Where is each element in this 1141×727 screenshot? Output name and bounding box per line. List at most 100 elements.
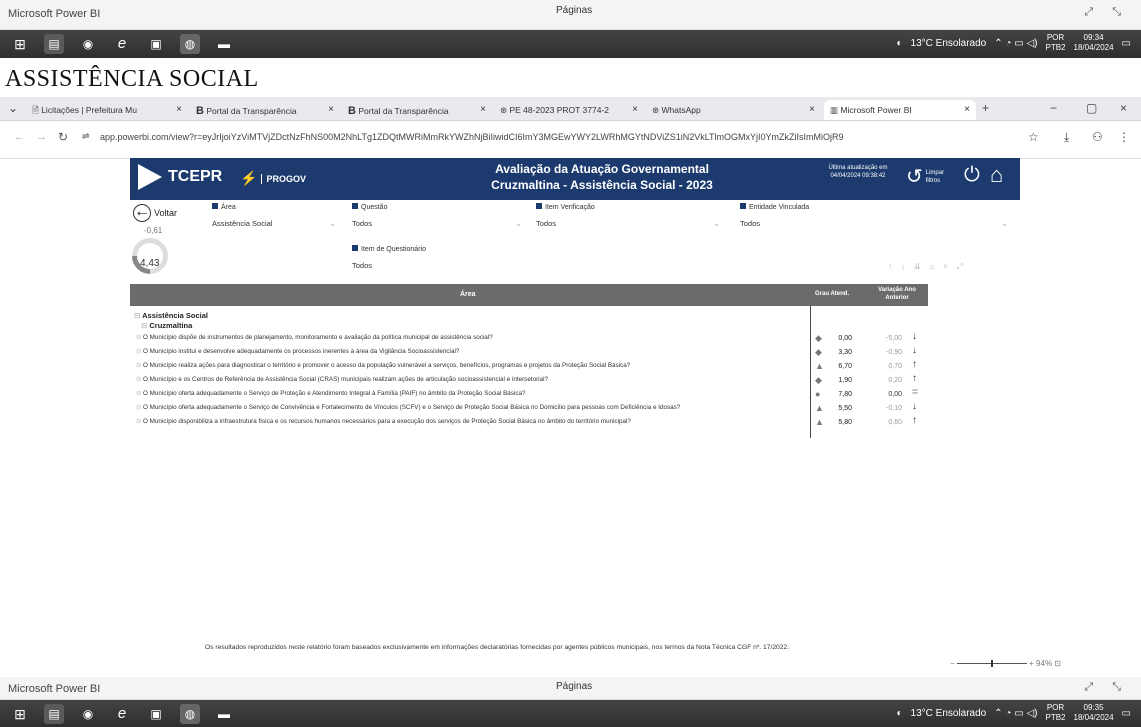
site-info-icon[interactable]: ⇌ [82, 131, 90, 142]
minimize-icon[interactable]: − [1050, 101, 1057, 115]
window-controls[interactable]: ⤢ ⤡ [1084, 6, 1129, 19]
filter-area[interactable]: Área Assistência Social ⌄ [212, 203, 336, 228]
subgroup-row[interactable]: ⊟ Cruzmaltina [141, 321, 192, 330]
edge-icon[interactable]: e [112, 704, 132, 724]
tray-icons[interactable]: ⌃ ◔ ▭ ◁) [994, 708, 1037, 719]
group-label: Assistência Social [142, 311, 208, 320]
close-icon[interactable]: × [964, 104, 970, 115]
star-icon[interactable]: ☆ [1028, 130, 1039, 144]
table-row[interactable]: ⊞ O Município oferta adequadamente o Ser… [136, 390, 526, 397]
app-icon[interactable]: ◍ [180, 704, 200, 724]
close-icon[interactable]: × [632, 104, 638, 115]
profile-icon[interactable]: ⚇ [1092, 130, 1103, 144]
home-icon[interactable]: ⌂ [990, 162, 1003, 188]
tab-transparencia-2[interactable]: B Portal da Transparência × [342, 100, 492, 120]
close-icon[interactable]: × [480, 104, 486, 115]
app-icon[interactable]: ◍ [180, 34, 200, 54]
close-window-icon[interactable]: × [1120, 101, 1127, 115]
media-icon[interactable]: ▣ [146, 34, 166, 54]
lang-label[interactable]: POR [1045, 33, 1065, 43]
close-icon[interactable]: × [809, 104, 815, 115]
filter-item-verificacao[interactable]: Item Verificação Todos ⌄ [536, 203, 720, 228]
filter-questionario[interactable]: Item de Questionário Todos [352, 245, 426, 270]
media-icon[interactable]: ▣ [146, 704, 166, 724]
reload-icon[interactable]: ↻ [58, 130, 68, 144]
fit-page-icon[interactable]: ⊡ [1054, 659, 1061, 668]
chevron-down-icon: ⌄ [329, 219, 336, 228]
folder-icon[interactable]: ▬ [214, 34, 234, 54]
tab-powerbi[interactable]: ▥ Microsoft Power BI × [824, 100, 976, 120]
triangle-icon: ▲ [815, 403, 824, 413]
visual-toolbar-icons[interactable]: ↑↓⇊⌂▿⤢ [888, 262, 972, 272]
url-field[interactable]: app.powerbi.com/view?r=eyJrIjoiYzViMTVjZ… [100, 132, 980, 142]
column-variacao[interactable]: Variação Ano Anterior [870, 286, 924, 302]
download-icon[interactable]: ⤓ [1064, 130, 1069, 145]
close-icon[interactable]: × [328, 104, 334, 115]
tab-whatsapp[interactable]: ⊛ WhatsApp × [646, 100, 821, 120]
file-explorer-icon[interactable]: ▤ [44, 34, 64, 54]
chevron-down-icon: ⌄ [515, 219, 522, 228]
weather-text[interactable]: 13°C Ensolarado [911, 708, 987, 719]
notification-icon[interactable]: ▭ [1122, 708, 1131, 719]
close-icon[interactable]: × [176, 104, 182, 115]
zoom-slider[interactable] [956, 660, 1027, 668]
table-row[interactable]: ⊞ O Município dispõe de instrumentos de … [136, 334, 493, 341]
tab-licitacoes[interactable]: 🗎 Licitações | Prefeitura Mu × [26, 100, 188, 120]
clock-time[interactable]: 09:34 [1074, 33, 1114, 43]
expand-icon: ⊞ [136, 390, 142, 397]
edge-icon[interactable]: e [112, 34, 132, 54]
progov-logo-icon: ⚡ [240, 170, 258, 186]
table-row[interactable]: ⊞ O Município realiza ações para diagnos… [136, 362, 630, 369]
expand-icon: ⊞ [136, 418, 142, 425]
grau-value: 0,00 [838, 335, 852, 342]
tab-transparencia-1[interactable]: B Portal da Transparência × [190, 100, 340, 120]
diamond-icon: ◆ [815, 347, 822, 357]
notification-icon[interactable]: ▭ [1122, 38, 1131, 49]
file-explorer-icon[interactable]: ▤ [44, 704, 64, 724]
new-tab-icon[interactable]: + [982, 101, 989, 115]
update-label: Última atualização em [828, 165, 888, 171]
variacao-value: 0,60 [888, 419, 902, 426]
table-row[interactable]: ⊞ O Município e os Centros de Referência… [136, 376, 548, 383]
table-row[interactable]: ⊞ O Município oferta adequadamente o Ser… [136, 404, 680, 411]
table-row[interactable]: ⊞ O Município institui e desenvolve adeq… [136, 348, 459, 355]
zoom-control[interactable]: − + 94% ⊡ [950, 659, 1061, 668]
folder-icon[interactable]: ▬ [214, 704, 234, 724]
power-icon[interactable]: ⏻ [964, 164, 980, 187]
pages-label: Páginas [556, 681, 593, 692]
table-row[interactable]: ⊞ O Município disponibiliza a infraestru… [136, 418, 631, 425]
back-icon[interactable]: ← [14, 131, 25, 143]
progov-logo: ⚡ PROGOV [240, 170, 306, 187]
filter-questao[interactable]: Questão Todos ⌄ [352, 203, 522, 228]
report-header: TCEPR ⚡ PROGOV Avaliação da Atuação Gove… [130, 158, 1020, 200]
group-row[interactable]: ⊟ Assistência Social [134, 311, 208, 320]
maximize-icon[interactable]: ▢ [1086, 101, 1097, 115]
page: Microsoft Power BI Páginas ⤢ ⤡ ⊞ ▤ ◉ e ▣… [0, 0, 1141, 727]
zoom-thumb[interactable] [990, 660, 993, 668]
windows-start-icon[interactable]: ⊞ [10, 704, 30, 724]
tab-list-icon[interactable]: ⌄ [8, 101, 18, 115]
menu-icon[interactable]: ⋮ [1118, 130, 1130, 144]
grau-value: 5,80 [838, 419, 852, 426]
filter-entidade[interactable]: Entidade Vinculada Todos ⌄ [740, 203, 1008, 228]
tray-icons[interactable]: ⌃ ◔ ▭ ◁) [994, 38, 1037, 49]
clock-time[interactable]: 09:35 [1074, 703, 1114, 713]
tab-pe[interactable]: ⊛ PE 48-2023 PROT 3774-2 × [494, 100, 644, 120]
windows-start-icon[interactable]: ⊞ [10, 34, 30, 54]
tab-label: Portal da Transparência [358, 106, 449, 116]
window-controls[interactable]: ⤢ ⤡ [1084, 681, 1129, 694]
tab-label: Portal da Transparência [206, 106, 297, 116]
chrome-icon[interactable]: ◉ [78, 704, 98, 724]
column-grau[interactable]: Grau Atend. [815, 291, 851, 297]
weather-text[interactable]: 13°C Ensolarado [911, 38, 987, 49]
column-area[interactable]: Área [460, 291, 476, 298]
chrome-icon[interactable]: ◉ [78, 34, 98, 54]
clear-filters-button[interactable]: ↺ Limpar filtros [906, 164, 950, 189]
lang-label[interactable]: POR [1045, 703, 1065, 713]
back-button[interactable]: ← Voltar [133, 204, 177, 222]
expand-icon: ⊞ [136, 376, 142, 383]
zoom-out-icon[interactable]: − [950, 659, 955, 668]
row-text: O Município realiza ações para diagnosti… [143, 362, 631, 369]
zoom-in-icon[interactable]: + [1029, 659, 1034, 668]
forward-icon[interactable]: → [36, 131, 47, 143]
